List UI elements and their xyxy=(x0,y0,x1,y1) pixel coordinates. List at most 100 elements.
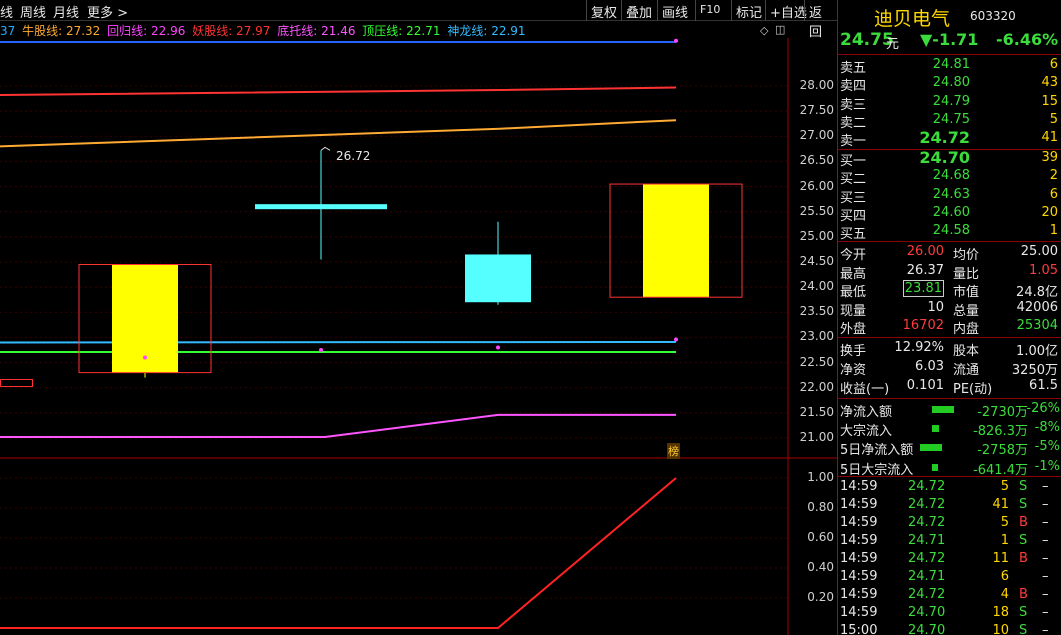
chart-maximize-icon[interactable]: ◫ xyxy=(775,23,785,36)
tick-side: B xyxy=(1019,551,1028,566)
tick-side: B xyxy=(1019,587,1028,602)
order-level-label: 买一 xyxy=(840,154,867,169)
stat-value: 25.00 xyxy=(1020,244,1058,259)
order-book-sell-row[interactable]: 卖三 24.79 15 xyxy=(838,93,1061,113)
f10-button[interactable]: F10 xyxy=(695,0,724,21)
order-book-buy-row[interactable]: 买一 24.70 39 xyxy=(838,148,1061,170)
fund-flow-row[interactable]: 5日大宗流入 -641.4万 -1% xyxy=(838,459,1061,478)
candle-body xyxy=(255,204,387,210)
legend-item: 底托线: 21.46 xyxy=(277,24,356,38)
overlay-button[interactable]: 叠加 xyxy=(621,0,656,21)
order-volume: 6 xyxy=(1049,57,1058,72)
trade-tick-row[interactable]: 15:00 24.70 10 S – xyxy=(838,623,1061,635)
trade-tick-row[interactable]: 14:59 24.71 1 S – xyxy=(838,533,1061,551)
price-tick-label: 25.50 xyxy=(799,203,834,218)
stat-label: 量比 xyxy=(953,266,980,282)
stat-value: 16702 xyxy=(902,318,944,334)
order-price: 24.79 xyxy=(932,93,970,109)
stat-label: 最高 xyxy=(840,266,867,282)
order-price: 24.60 xyxy=(932,204,970,220)
order-volume: 6 xyxy=(1049,186,1058,202)
trade-tick-row[interactable]: 14:59 24.70 18 S – xyxy=(838,605,1061,623)
order-book-buy-row[interactable]: 买三 24.63 6 xyxy=(838,186,1061,206)
fund-flow-bar xyxy=(932,463,938,471)
draw-line-button[interactable]: 画线 xyxy=(657,0,692,21)
stat-value: 6.03 xyxy=(915,359,944,374)
order-book-buy-row[interactable]: 买二 24.68 2 xyxy=(838,168,1061,188)
sub-indicator-line xyxy=(0,477,677,629)
sub-tick-label: 0.20 xyxy=(807,590,834,604)
stock-name: 迪贝电气 xyxy=(874,8,951,30)
stats-row[interactable]: 净资 6.03 流通 3250万 xyxy=(838,359,1061,378)
tick-dash: – xyxy=(1042,569,1049,584)
fund-flow-row[interactable]: 5日净流入额 -2758万 -5% xyxy=(838,439,1061,458)
price-tick-label: 23.50 xyxy=(799,304,834,319)
legend-item: 妖股线: 27.97 xyxy=(192,24,271,38)
order-book-buy-row[interactable]: 买五 24.58 1 xyxy=(838,223,1061,243)
trade-tick-row[interactable]: 14:59 24.72 5 S – xyxy=(838,479,1061,497)
order-price: 24.75 xyxy=(932,111,970,127)
price-tick-label: 24.00 xyxy=(799,279,834,294)
fund-flow-row[interactable]: 大宗流入 -826.3万 -8% xyxy=(838,420,1061,439)
stats-row[interactable]: 现量 10 总量 42006 xyxy=(838,300,1061,319)
tick-volume: 41 xyxy=(992,497,1009,512)
stats-row[interactable]: 收益(一) 0.101 PE(动) 61.5 xyxy=(838,378,1061,397)
period-tab-month[interactable]: 月线 xyxy=(53,2,79,21)
indicator-line xyxy=(0,413,676,438)
indicator-marker xyxy=(496,345,500,350)
price-tick-label: 26.50 xyxy=(799,153,834,168)
tick-volume: 1 xyxy=(1000,533,1009,548)
trade-tick-row[interactable]: 14:59 24.72 5 B – xyxy=(838,515,1061,533)
trade-tick-row[interactable]: 14:59 24.72 4 B – xyxy=(838,587,1061,605)
tick-dash: – xyxy=(1042,479,1049,494)
fund-flow-value: -641.4万 xyxy=(973,462,1028,478)
price-tick-label: 25.00 xyxy=(799,228,834,243)
tick-price: 24.71 xyxy=(908,569,946,584)
order-book-sell-row[interactable]: 卖四 24.80 43 xyxy=(838,75,1061,94)
stats-row[interactable]: 外盘 16702 内盘 25304 xyxy=(838,318,1061,338)
order-level-label: 买二 xyxy=(840,172,867,188)
chart-toolbar: 线 周线 月线 更多 > 复权 叠加 画线 F10 标记 +自选 返回 xyxy=(0,0,838,40)
order-volume: 41 xyxy=(1041,130,1058,146)
tick-dash: – xyxy=(1042,497,1049,512)
stats-row[interactable]: 今开 26.00 均价 25.00 xyxy=(838,244,1061,263)
stat-label: 外盘 xyxy=(840,322,867,338)
order-book-sell-row[interactable]: 卖二 24.75 5 xyxy=(838,111,1061,131)
price-tick-label: 28.00 xyxy=(799,78,834,92)
fund-flow-bar xyxy=(932,406,954,413)
restore-rights-button[interactable]: 复权 xyxy=(586,0,621,21)
period-tab-week[interactable]: 周线 xyxy=(20,2,46,21)
tick-volume: 10 xyxy=(992,623,1009,635)
mark-button[interactable]: 标记 xyxy=(731,0,766,21)
order-volume: 39 xyxy=(1041,150,1058,165)
order-price: 24.72 xyxy=(919,128,970,148)
stat-value: 23.81 xyxy=(902,280,944,298)
order-volume: 15 xyxy=(1041,93,1058,109)
fund-flow-row[interactable]: 净流入额 -2730万 -26% xyxy=(838,401,1061,420)
order-level-label: 卖二 xyxy=(840,115,867,131)
chart-options-icon[interactable]: ◇ xyxy=(760,24,768,37)
tick-side: S xyxy=(1019,533,1028,548)
order-book-sell-row[interactable]: 卖五 24.81 6 xyxy=(838,57,1061,76)
order-book-buy-row[interactable]: 买四 24.60 20 xyxy=(838,204,1061,224)
back-button[interactable]: 返回 xyxy=(804,0,838,40)
stat-label: 市值 xyxy=(953,285,980,301)
order-level-label: 买五 xyxy=(840,227,867,243)
ranking-badge[interactable]: 榜 xyxy=(667,443,680,459)
stats-row[interactable]: 最低 23.81 市值 24.8亿 xyxy=(838,280,1061,301)
tick-volume: 5 xyxy=(1000,515,1009,530)
order-price: 24.70 xyxy=(919,148,970,167)
tick-volume: 5 xyxy=(1000,479,1009,494)
more-periods-button[interactable]: 更多 > xyxy=(87,2,128,21)
stats-row[interactable]: 最高 26.37 量比 1.05 xyxy=(838,263,1061,282)
stats-row[interactable]: 换手 12.92% 股本 1.00亿 xyxy=(838,340,1061,359)
price-tick-label: 24.50 xyxy=(799,254,834,268)
trade-tick-row[interactable]: 14:59 24.72 11 B – xyxy=(838,551,1061,569)
kline-chart[interactable] xyxy=(0,38,838,635)
stat-label: 换手 xyxy=(840,344,867,359)
order-price: 24.68 xyxy=(932,168,970,184)
period-tab-day[interactable]: 线 xyxy=(0,2,13,21)
trade-tick-row[interactable]: 14:59 24.72 41 S – xyxy=(838,497,1061,515)
trade-tick-row[interactable]: 14:59 24.71 6 – xyxy=(838,569,1061,587)
price-change-pct: -6.46% xyxy=(996,30,1059,49)
